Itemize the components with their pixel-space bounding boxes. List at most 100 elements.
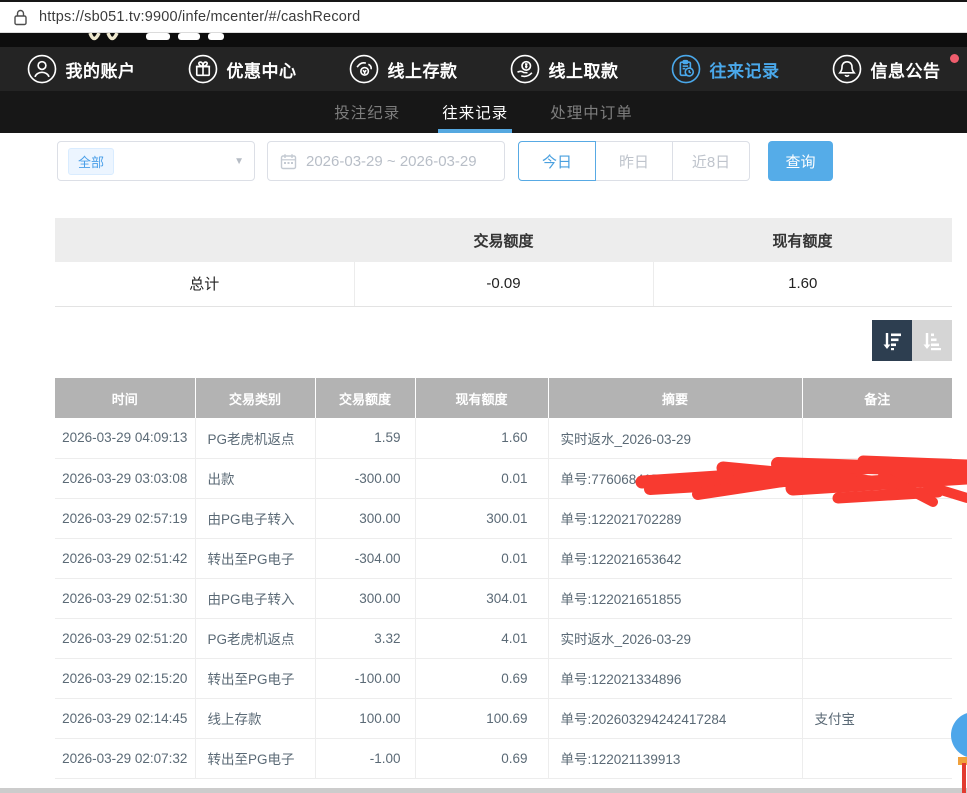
sort-ascending-icon: [920, 329, 944, 353]
summary-header-amount: 交易额度: [354, 218, 653, 262]
main-nav: 我的账户 优惠中心 线上存款 线上取款 往来记录: [0, 47, 967, 91]
cell-amount: 300.00: [315, 578, 415, 618]
cell-amount: 100.00: [315, 698, 415, 738]
summary-header-blank: [55, 218, 354, 262]
cell-balance: 0.69: [415, 738, 548, 778]
records-clipboard-clock-icon: [671, 54, 701, 84]
date-range-value: 2026-03-29 ~ 2026-03-29: [306, 153, 477, 170]
cell-type: 转出至PG电子: [195, 738, 315, 778]
cell-balance: 304.01: [415, 578, 548, 618]
cell-time: 2026-03-29 02:57:19: [55, 498, 195, 538]
cell-amount: 300.00: [315, 498, 415, 538]
bell-icon: [832, 54, 862, 84]
search-button[interactable]: 查询: [768, 141, 833, 181]
table-row: 2026-03-29 02:14:45 线上存款 100.00 100.69 单…: [55, 698, 952, 738]
quick-range-yesterday[interactable]: 昨日: [595, 141, 673, 181]
url-text[interactable]: https://sb051.tv:9900/infe/mcenter/#/cas…: [39, 9, 360, 25]
nav-item-promotions[interactable]: 优惠中心: [162, 47, 323, 91]
cell-summary: 单号:122021334896: [548, 658, 802, 698]
nav-item-online-withdrawal[interactable]: 线上取款: [484, 47, 645, 91]
nav-item-label: 信息公告: [871, 57, 941, 82]
summary-header-balance: 现有额度: [653, 218, 952, 262]
type-filter-select[interactable]: 全部 ▼: [57, 141, 255, 181]
cell-remark: 支付宝: [802, 698, 952, 738]
cell-remark: [802, 538, 952, 578]
nav-item-label: 线上取款: [549, 57, 619, 82]
quick-range-today[interactable]: 今日: [518, 141, 596, 181]
nav-item-label: 优惠中心: [227, 57, 297, 82]
filter-row: 全部 ▼ 2026-03-29 ~ 2026-03-29 今日 昨日 近8日 查…: [57, 141, 833, 181]
table-row: 2026-03-29 02:51:20 PG老虎机返点 3.32 4.01 实时…: [55, 618, 952, 658]
floating-figure-fragment-red: [962, 763, 966, 793]
tab-bet-records[interactable]: 投注纪录: [330, 91, 404, 133]
header-type: 交易类别: [195, 378, 315, 418]
gift-icon: [188, 54, 218, 84]
cell-type: 由PG电子转入: [195, 498, 315, 538]
customer-service-widget[interactable]: [951, 712, 967, 758]
table-row: 2026-03-29 03:03:08 出款 -300.00 0.01 单号:7…: [55, 458, 952, 498]
cell-time: 2026-03-29 03:03:08: [55, 458, 195, 498]
withdraw-hand-coin-icon: [510, 54, 540, 84]
summary-total-balance: 1.60: [653, 262, 952, 306]
nav-item-my-account[interactable]: 我的账户: [1, 47, 162, 91]
cell-balance: 0.01: [415, 458, 548, 498]
nav-item-online-deposit[interactable]: 线上存款: [323, 47, 484, 91]
table-row: 2026-03-29 02:15:20 转出至PG电子 -100.00 0.69…: [55, 658, 952, 698]
nav-item-transaction-records[interactable]: 往来记录: [645, 47, 806, 91]
cell-amount: -304.00: [315, 538, 415, 578]
cell-balance: 4.01: [415, 618, 548, 658]
notification-dot: [950, 54, 959, 63]
cell-summary: 单号:122021139913: [548, 738, 802, 778]
type-filter-tag[interactable]: 全部: [68, 148, 114, 175]
quick-range-group: 今日 昨日 近8日: [518, 141, 750, 181]
site-logo-partial: [0, 33, 967, 47]
summary-total-amount: -0.09: [354, 262, 653, 306]
cell-summary: 单号:122021651855: [548, 578, 802, 618]
table-row: 2026-03-29 02:57:19 由PG电子转入 300.00 300.0…: [55, 498, 952, 538]
header-balance: 现有额度: [415, 378, 548, 418]
cell-amount: -1.00: [315, 738, 415, 778]
table-row: 2026-03-29 04:09:13 PG老虎机返点 1.59 1.60 实时…: [55, 418, 952, 458]
cell-time: 2026-03-29 02:51:30: [55, 578, 195, 618]
cell-remark: [802, 738, 952, 778]
nav-item-label: 线上存款: [388, 57, 458, 82]
cell-balance: 0.01: [415, 538, 548, 578]
quick-range-last-8-days[interactable]: 近8日: [672, 141, 750, 181]
tab-transaction-records[interactable]: 往来记录: [438, 91, 512, 133]
sort-buttons: [872, 320, 952, 361]
cell-type: 出款: [195, 458, 315, 498]
cell-amount: -100.00: [315, 658, 415, 698]
cell-balance: 1.60: [415, 418, 548, 458]
cell-amount: -300.00: [315, 458, 415, 498]
table-row: 2026-03-29 02:07:32 转出至PG电子 -1.00 0.69 单…: [55, 738, 952, 778]
tab-pending-orders[interactable]: 处理中订单: [546, 91, 637, 133]
date-range-input[interactable]: 2026-03-29 ~ 2026-03-29: [267, 141, 505, 181]
browser-address-bar[interactable]: https://sb051.tv:9900/infe/mcenter/#/cas…: [0, 0, 967, 33]
header-remark: 备注: [802, 378, 952, 418]
summary-table: 交易额度 现有额度 总计 -0.09 1.60: [55, 218, 952, 307]
sub-nav: 投注纪录 往来记录 处理中订单: [0, 91, 967, 133]
cell-type: 转出至PG电子: [195, 538, 315, 578]
page-bottom-edge: [0, 788, 967, 793]
sort-descending-button[interactable]: [872, 320, 912, 361]
cell-type: 线上存款: [195, 698, 315, 738]
sort-ascending-button[interactable]: [912, 320, 952, 361]
calendar-icon: [280, 153, 297, 170]
summary-total-label: 总计: [55, 262, 354, 306]
cell-time: 2026-03-29 02:51:20: [55, 618, 195, 658]
cell-summary: 单号:776068415: [548, 458, 802, 498]
transactions-table: 时间 交易类别 交易额度 现有额度 摘要 备注 2026-03-29 04:09…: [55, 378, 952, 779]
cell-balance: 300.01: [415, 498, 548, 538]
cell-type: PG老虎机返点: [195, 418, 315, 458]
cell-amount: 1.59: [315, 418, 415, 458]
nav-item-announcements[interactable]: 信息公告: [806, 47, 967, 91]
cell-remark: [802, 658, 952, 698]
table-row: 2026-03-29 02:51:30 由PG电子转入 300.00 304.0…: [55, 578, 952, 618]
cell-remark: [802, 458, 952, 498]
cell-remark: [802, 498, 952, 538]
cell-type: PG老虎机返点: [195, 618, 315, 658]
cell-time: 2026-03-29 02:07:32: [55, 738, 195, 778]
cell-summary: 单号:122021702289: [548, 498, 802, 538]
cell-amount: 3.32: [315, 618, 415, 658]
cell-remark: [802, 578, 952, 618]
